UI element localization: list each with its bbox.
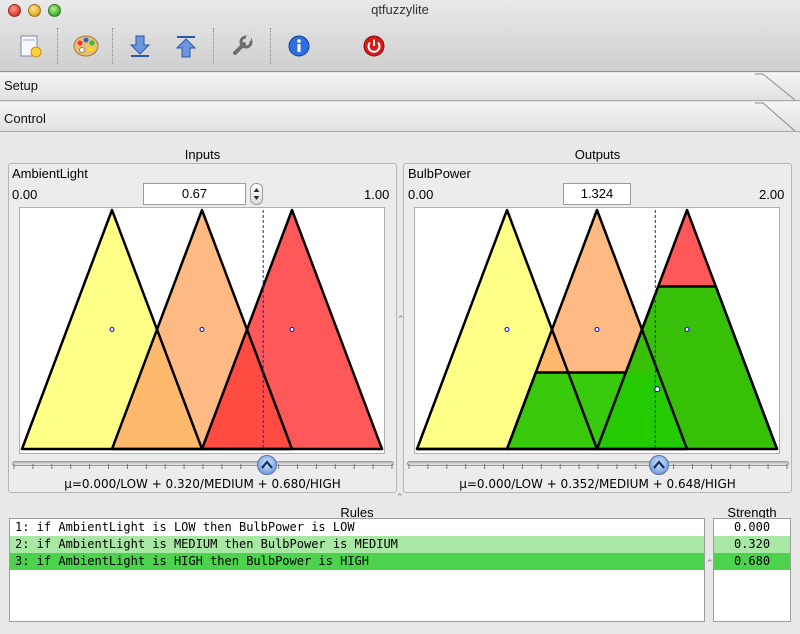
output-slider-ticks	[408, 464, 788, 469]
rule-row[interactable]: 2: if AmbientLight is MEDIUM then BulbPo…	[10, 536, 704, 553]
output-term-high-center	[684, 327, 690, 332]
output-term-medium-center	[594, 327, 600, 332]
power-icon	[363, 35, 385, 57]
input-value-stepper[interactable]	[250, 183, 263, 205]
input-membership-text: μ=0.000/LOW + 0.320/MEDIUM + 0.680/HIGH	[64, 477, 341, 491]
chevron-up-icon	[261, 460, 274, 469]
input-term-high-center	[289, 327, 295, 332]
toolbar-separator	[57, 28, 58, 64]
toolbar-separator	[270, 28, 271, 64]
input-value-field[interactable]: 0.67	[143, 183, 246, 205]
rule-row[interactable]: 3: if AmbientLight is HIGH then BulbPowe…	[10, 553, 704, 570]
vertical-splitter-handle[interactable]: ⌃	[396, 493, 404, 502]
palette-icon	[73, 35, 99, 57]
chevron-up-icon	[653, 460, 666, 469]
rules-splitter-handle[interactable]: ⌃	[706, 559, 714, 568]
rule-strength: 0.000	[714, 519, 790, 536]
input-slider-thumb[interactable]	[257, 455, 278, 475]
quit-button[interactable]	[358, 30, 390, 62]
input-max: 1.00	[364, 187, 390, 202]
output-plot[interactable]	[414, 207, 780, 454]
new-button[interactable]	[14, 30, 46, 62]
wrench-icon	[233, 35, 253, 55]
export-icon	[175, 36, 197, 58]
output-membership-text: μ=0.000/LOW + 0.352/MEDIUM + 0.648/HIGH	[459, 477, 736, 491]
section-tab-edge	[755, 73, 796, 101]
control-label: Control	[4, 111, 46, 126]
outputs-title: Outputs	[574, 147, 621, 162]
rule-strength: 0.680	[714, 553, 790, 570]
output-term-low-center	[504, 327, 510, 332]
title-toolbar: qtfuzzylite	[0, 0, 800, 72]
output-max: 2.00	[759, 187, 785, 202]
output-min: 0.00	[408, 187, 434, 202]
control-section[interactable]: Control	[0, 102, 800, 132]
about-button[interactable]	[283, 30, 315, 62]
input-plot[interactable]	[19, 207, 385, 454]
settings-button[interactable]	[226, 30, 258, 62]
input-term-low-center	[109, 327, 115, 332]
output-value-field: 1.324	[563, 183, 631, 205]
palette-button[interactable]	[70, 30, 102, 62]
import-icon	[129, 35, 151, 57]
import-button[interactable]	[124, 30, 156, 62]
input-min: 0.00	[12, 187, 38, 202]
horizontal-splitter-handle[interactable]: ⌃	[397, 315, 405, 324]
input-membership-chart	[20, 208, 384, 451]
output-slider-thumb[interactable]	[649, 455, 670, 475]
input-slider-ticks	[13, 464, 393, 469]
window-title: qtfuzzylite	[371, 2, 429, 17]
toolbar-separator	[112, 28, 113, 64]
inputs-title: Inputs	[184, 147, 221, 162]
setup-section[interactable]: Setup	[0, 73, 800, 101]
output-membership-chart	[415, 208, 779, 451]
strength-list: 0.000 0.320 0.680	[713, 518, 791, 622]
output-centroid-marker	[654, 386, 661, 393]
export-button[interactable]	[170, 30, 202, 62]
section-tab-edge	[755, 102, 796, 132]
rules-list[interactable]: 1: if AmbientLight is LOW then BulbPower…	[9, 518, 705, 622]
toolbar-separator	[213, 28, 214, 64]
rule-strength: 0.320	[714, 536, 790, 553]
rule-row[interactable]: 1: if AmbientLight is LOW then BulbPower…	[10, 519, 704, 536]
output-variable-name: BulbPower	[408, 166, 471, 181]
info-icon	[288, 35, 310, 57]
setup-label: Setup	[4, 78, 38, 93]
new-icon	[20, 35, 42, 58]
input-variable-name: AmbientLight	[12, 166, 88, 181]
main-window: qtfuzzylite Setup Control Inputs Outputs…	[0, 0, 800, 634]
stepper-arrows-icon	[253, 188, 260, 200]
input-term-medium-center	[199, 327, 205, 332]
